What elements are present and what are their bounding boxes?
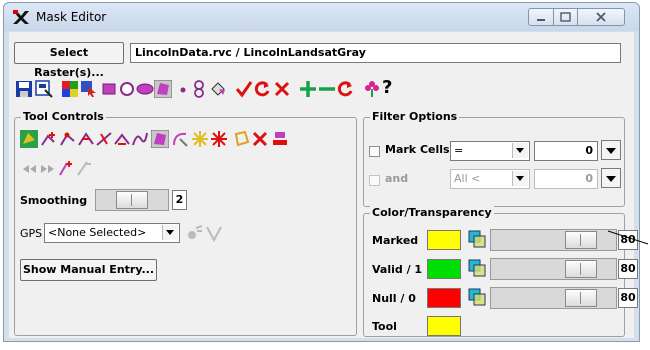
valid-transparency-icon[interactable] (468, 259, 486, 277)
cancel-icon[interactable] (273, 80, 291, 98)
window-title: Mask Editor (36, 10, 107, 24)
chevron-down-icon[interactable] (512, 171, 528, 186)
line-add-icon[interactable] (57, 159, 75, 177)
tool-join-lines-icon[interactable] (113, 130, 131, 148)
pointer-select-icon[interactable] (80, 80, 98, 98)
mark-cells-checkbox[interactable] (369, 146, 380, 157)
smoothing-slider-thumb[interactable] (116, 191, 148, 209)
tool-color-swatch[interactable] (427, 316, 461, 336)
minimize-icon (537, 19, 545, 21)
next-icon[interactable] (39, 160, 57, 178)
minimize-button[interactable] (528, 8, 554, 26)
filter-value-spinner[interactable] (601, 140, 621, 160)
client-area: Select Raster(s)... LincolnData.rvc / Li… (9, 32, 638, 338)
mark-cells-label: Mark Cells (385, 143, 450, 156)
tool-move-vertex-icon[interactable] (59, 130, 77, 148)
and-operator-select[interactable]: All < (450, 169, 530, 189)
tool-add-vertex-icon[interactable] (40, 130, 58, 148)
null-transparency-icon[interactable] (468, 288, 486, 306)
gps-select-value: <None Selected> (48, 226, 147, 239)
close-button[interactable] (577, 8, 625, 26)
line-remove-icon[interactable] (75, 159, 93, 177)
valid-color-swatch[interactable] (427, 259, 461, 279)
paint-bucket-icon[interactable] (209, 80, 227, 98)
chevron-down-icon[interactable] (512, 143, 528, 158)
marked-transparency-icon[interactable] (468, 230, 486, 248)
marked-transparency-slider[interactable] (490, 229, 617, 251)
smoothing-label: Smoothing (20, 194, 88, 207)
and-operator-value: All < (454, 172, 481, 185)
valid-transparency-slider[interactable] (490, 258, 617, 280)
flower-icon[interactable] (363, 80, 381, 98)
show-manual-entry-button[interactable]: Show Manual Entry... (20, 259, 157, 281)
valid-slider-thumb[interactable] (565, 260, 597, 278)
circle-icon[interactable] (118, 80, 136, 98)
smoothing-slider[interactable] (95, 189, 169, 211)
rectangle-icon[interactable] (100, 80, 118, 98)
close-icon (596, 12, 606, 22)
refresh-icon[interactable] (253, 80, 271, 98)
null-transparency-value[interactable]: 80 (618, 288, 638, 308)
smoothing-value[interactable]: 2 (172, 190, 187, 210)
tool-label: Tool (372, 320, 397, 333)
color-transparency-title: Color/Transparency (370, 206, 494, 219)
add-icon[interactable] (299, 80, 317, 98)
and-checkbox[interactable] (369, 175, 380, 186)
tool-fill-polygon-icon[interactable] (151, 130, 169, 148)
tool-delete-icon[interactable] (251, 130, 269, 148)
valid-label: Valid / 1 (372, 263, 423, 276)
tool-select-polygon-icon[interactable] (20, 130, 38, 148)
help-icon[interactable]: ? (382, 77, 392, 98)
tool-star-yellow-icon[interactable] (191, 130, 209, 148)
check-icon[interactable] (235, 80, 253, 98)
select-rasters-button[interactable]: Select Raster(s)... (14, 42, 124, 79)
filter-operator-select[interactable]: = (450, 141, 530, 161)
filter-operator-value: = (454, 144, 464, 157)
multicolor-grid-icon[interactable] (61, 80, 79, 98)
figure-eight-icon[interactable] (190, 80, 208, 98)
tool-stamp-icon[interactable] (271, 130, 289, 148)
filter-options-group: Filter Options (363, 110, 625, 207)
tool-reshape-icon[interactable] (77, 130, 95, 148)
previous-icon[interactable] (20, 160, 38, 178)
null-slider-thumb[interactable] (565, 289, 597, 307)
save-icon[interactable] (15, 80, 33, 98)
ellipse-icon[interactable] (136, 80, 154, 98)
marked-label: Marked (372, 234, 419, 247)
title-bar[interactable]: Mask Editor (4, 3, 639, 31)
cycle-icon[interactable] (336, 80, 354, 98)
gps-select[interactable]: <None Selected> (44, 223, 180, 243)
tool-sketch-icon[interactable] (131, 130, 149, 148)
tool-split-line-icon[interactable] (95, 130, 113, 148)
raster-path-field[interactable]: LincolnData.rvc / LincolnLandsatGray (130, 43, 621, 63)
tool-freehand-icon[interactable] (171, 130, 189, 148)
null-color-swatch[interactable] (427, 288, 461, 308)
tool-star-red-icon[interactable] (210, 130, 228, 148)
filter-value-field[interactable]: 0 (534, 141, 598, 161)
null-transparency-slider[interactable] (490, 287, 617, 309)
and-label: and (385, 172, 409, 185)
polygon-icon[interactable] (154, 80, 172, 98)
tool-clip-icon[interactable] (233, 130, 251, 148)
chevron-down-icon[interactable] (162, 225, 178, 240)
and-value-spinner[interactable] (601, 168, 621, 188)
marked-color-swatch[interactable] (427, 230, 461, 250)
save-as-icon[interactable] (35, 80, 53, 98)
tool-controls-title: Tool Controls (21, 110, 106, 123)
subtract-icon[interactable] (318, 80, 336, 98)
marked-slider-thumb[interactable] (565, 231, 597, 249)
valid-transparency-value[interactable]: 80 (618, 259, 638, 279)
gps-track-icon[interactable] (205, 224, 223, 242)
gps-label: GPS (20, 227, 43, 240)
callout-line (607, 230, 649, 245)
mask-editor-app-icon (13, 10, 29, 24)
and-value-field[interactable]: 0 (534, 169, 598, 189)
maximize-icon (560, 12, 571, 22)
mask-editor-window: Mask Editor Select Raster(s)... LincolnD… (3, 2, 640, 342)
gps-satellite-icon[interactable] (186, 224, 204, 242)
filter-options-title: Filter Options (370, 110, 460, 123)
null-label: Null / 0 (372, 292, 416, 305)
maximize-button[interactable] (553, 8, 578, 26)
